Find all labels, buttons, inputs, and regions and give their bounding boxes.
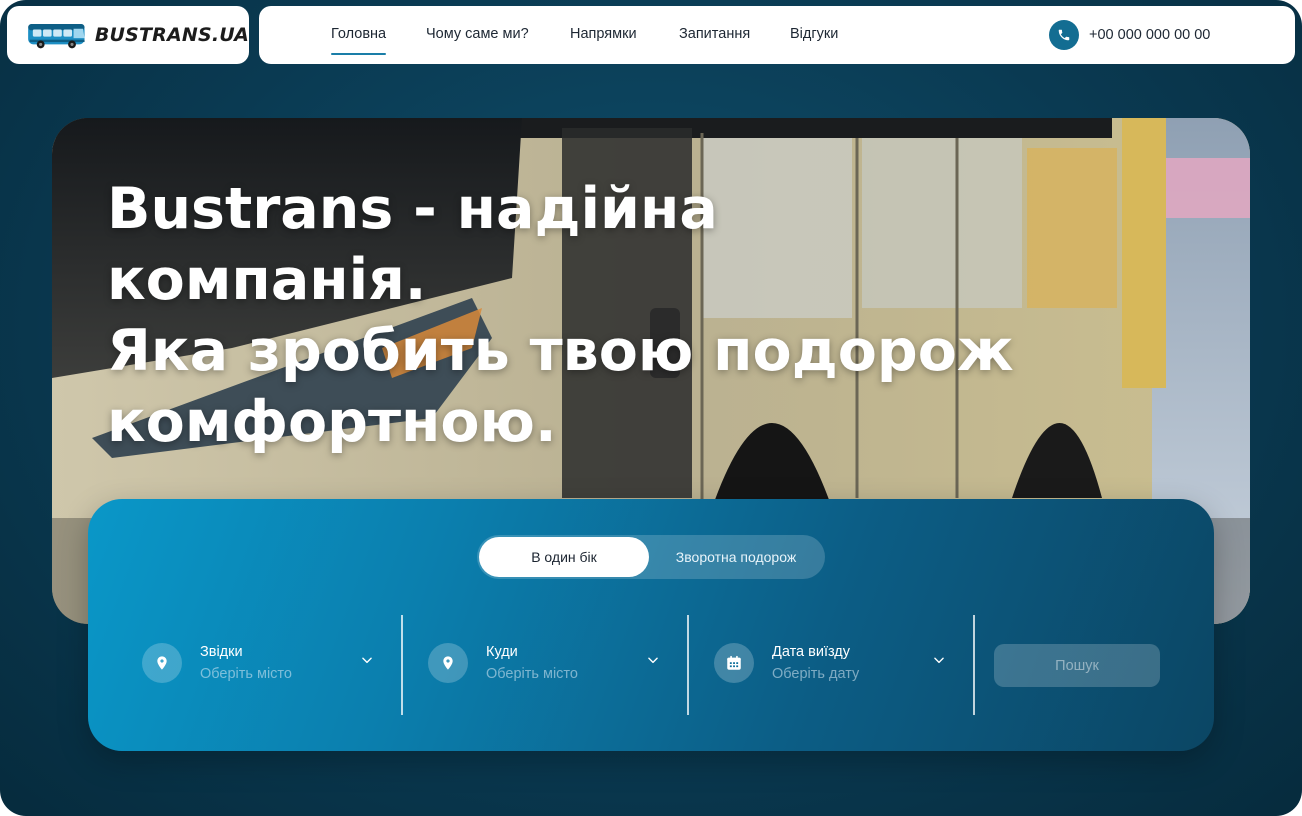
logo-text: BUSTRANS.UA bbox=[94, 24, 249, 46]
nav-item-directions[interactable]: Напрямки bbox=[570, 26, 637, 42]
round-trip-option[interactable]: Зворотна подорож bbox=[649, 537, 823, 577]
page-frame: BUSTRANS.UA Головна Чому саме ми? Напрям… bbox=[0, 0, 1302, 816]
search-button[interactable]: Пошук bbox=[994, 644, 1160, 687]
bus-logo-icon bbox=[28, 24, 85, 49]
nav-item-faq[interactable]: Запитання bbox=[679, 26, 750, 42]
phone-link[interactable]: +00 000 000 00 00 bbox=[1049, 20, 1210, 50]
to-placeholder: Оберіть місто bbox=[486, 666, 578, 682]
field-divider bbox=[687, 615, 689, 715]
from-label: Звідки bbox=[200, 644, 243, 660]
phone-number: +00 000 000 00 00 bbox=[1089, 27, 1211, 43]
location-pin-icon bbox=[428, 643, 468, 683]
chevron-down-icon bbox=[362, 657, 372, 664]
departure-date-field[interactable]: Дата виїзду Оберіть дату bbox=[714, 641, 946, 685]
hero-title-line: Яка зробить твою подорож bbox=[107, 318, 1014, 384]
search-panel: В один бік Зворотна подорож Звідки Обері… bbox=[88, 499, 1214, 751]
top-navigation: Головна Чому саме ми? Напрямки Запитання… bbox=[259, 6, 1295, 64]
trip-type-toggle: В один бік Зворотна подорож bbox=[477, 535, 825, 579]
one-way-option[interactable]: В один бік bbox=[479, 537, 649, 577]
calendar-icon bbox=[714, 643, 754, 683]
field-divider bbox=[401, 615, 403, 715]
chevron-down-icon bbox=[648, 657, 658, 664]
nav-item-home[interactable]: Головна bbox=[331, 26, 387, 55]
hero-title: Bustrans - надійна компанія. Яка зробить… bbox=[107, 174, 1027, 458]
from-field[interactable]: Звідки Оберіть місто bbox=[142, 641, 374, 685]
nav-item-why-us[interactable]: Чому саме ми? bbox=[426, 26, 529, 42]
location-pin-icon bbox=[142, 643, 182, 683]
field-divider bbox=[973, 615, 975, 715]
to-label: Куди bbox=[486, 644, 518, 660]
nav-item-reviews[interactable]: Відгуки bbox=[790, 26, 838, 42]
hero-title-line: комфортною. bbox=[107, 389, 557, 455]
hero-title-line: Bustrans - надійна компанія. bbox=[107, 176, 718, 313]
departure-date-label: Дата виїзду bbox=[772, 644, 851, 660]
from-placeholder: Оберіть місто bbox=[200, 666, 292, 682]
logo[interactable]: BUSTRANS.UA bbox=[7, 6, 249, 64]
to-field[interactable]: Куди Оберіть місто bbox=[428, 641, 660, 685]
phone-icon bbox=[1049, 20, 1079, 50]
departure-date-placeholder: Оберіть дату bbox=[772, 666, 860, 682]
chevron-down-icon bbox=[934, 657, 944, 664]
